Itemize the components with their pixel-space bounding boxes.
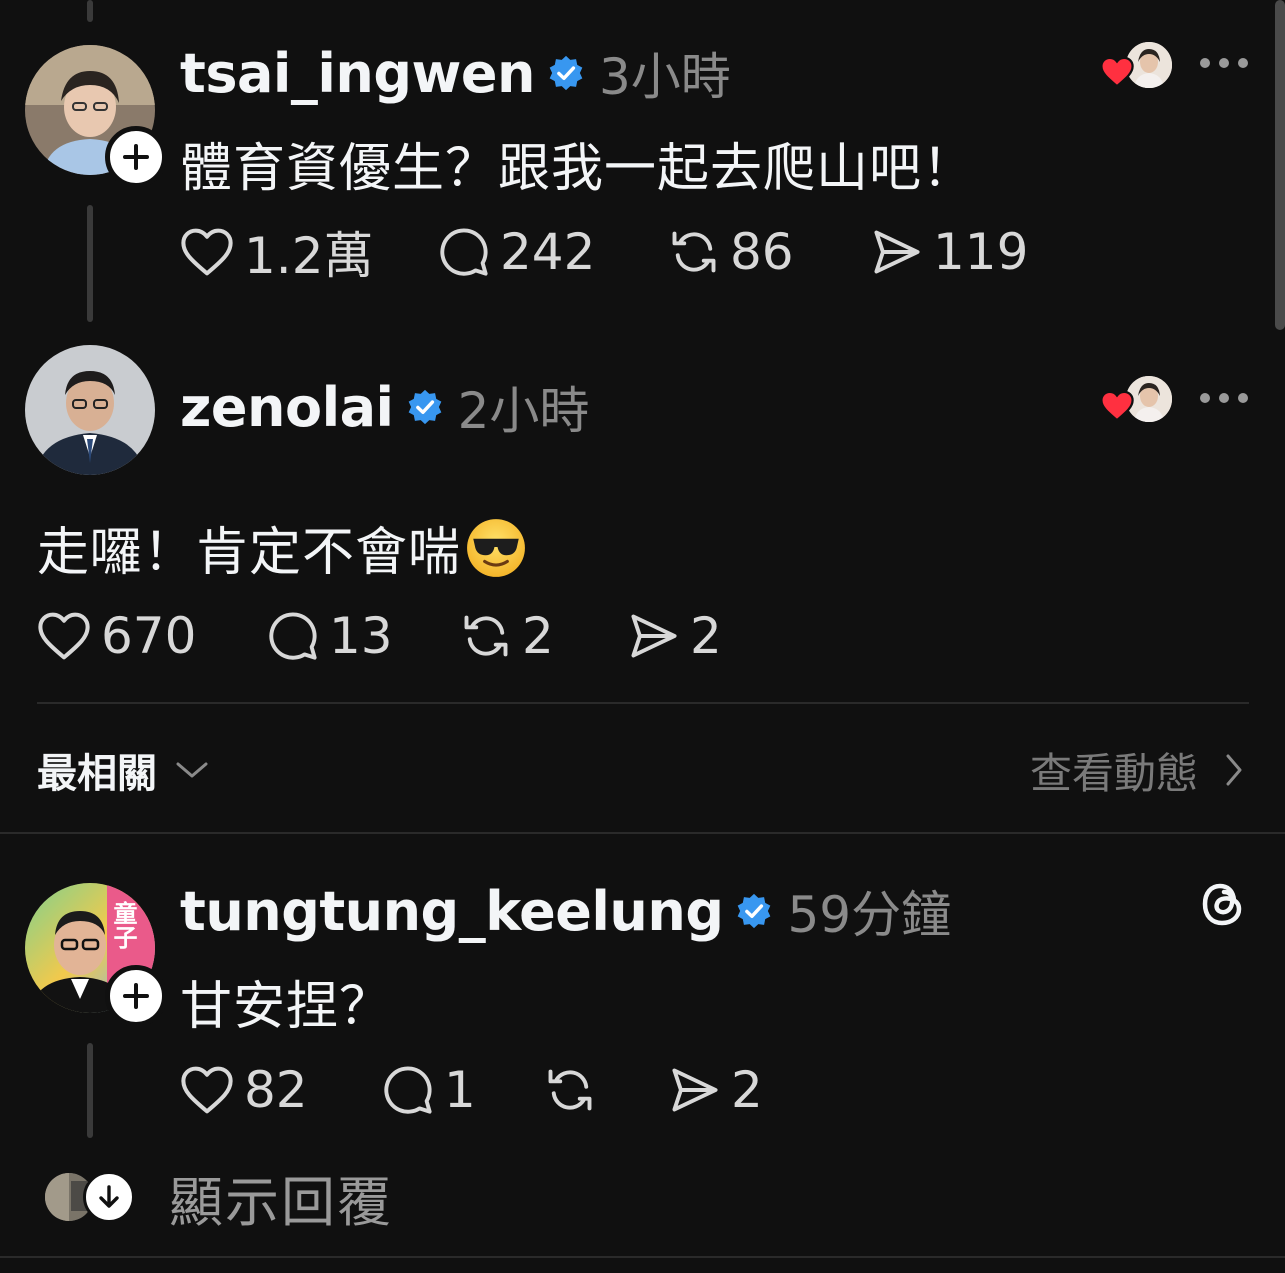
like-button[interactable]: 670 <box>37 607 267 665</box>
repost-button[interactable]: 2 <box>460 607 628 665</box>
chevron-right-icon <box>1226 754 1242 786</box>
like-button[interactable]: 1.2萬 <box>180 216 438 288</box>
like-count: 1.2萬 <box>244 227 374 285</box>
post-text: 甘安捏？ <box>180 977 393 1037</box>
repost-button[interactable] <box>544 1064 669 1116</box>
avatar[interactable] <box>25 345 155 475</box>
follow-plus-button[interactable] <box>105 126 167 188</box>
post-text-content: 走囉！肯定不會喘 <box>37 523 462 583</box>
repost-count: 2 <box>522 607 554 665</box>
like-count: 670 <box>101 607 197 665</box>
repost-icon <box>464 615 508 657</box>
view-activity-label: 查看動態 <box>1030 748 1199 798</box>
post-actions: 1.2萬 242 86 119 <box>180 222 1028 285</box>
comment-button[interactable]: 13 <box>267 607 460 665</box>
heart-icon <box>181 228 233 276</box>
plus-icon <box>123 983 149 1009</box>
thread-line <box>87 1043 93 1138</box>
follow-plus-button[interactable] <box>105 965 167 1027</box>
emoji <box>467 518 525 577</box>
share-button[interactable]: 2 <box>628 607 722 665</box>
repost-icon <box>672 231 716 273</box>
share-button[interactable]: 119 <box>871 223 1028 281</box>
show-replies-button[interactable]: 顯示回覆 <box>45 1166 393 1234</box>
username[interactable]: tungtung_keelung <box>180 880 724 943</box>
avatar-text: 童子 <box>109 901 137 949</box>
repost-button[interactable]: 86 <box>668 223 871 281</box>
verified-badge-icon <box>547 54 585 92</box>
threads-logo-icon[interactable] <box>1198 878 1246 934</box>
more-options-icon[interactable] <box>1200 393 1248 403</box>
heart-filled-icon <box>1100 56 1134 88</box>
share-icon <box>631 614 677 658</box>
repost-count: 86 <box>730 223 794 281</box>
post-actions: 82 1 2 <box>180 1060 763 1120</box>
divider <box>37 702 1249 704</box>
plus-icon <box>123 144 149 170</box>
post-header: tungtung_keelung 59分鐘 <box>180 876 951 946</box>
sort-dropdown[interactable]: 最相關 <box>37 742 209 798</box>
comment-count: 1 <box>444 1061 476 1119</box>
like-count: 82 <box>244 1061 308 1119</box>
liked-by-indicator[interactable] <box>1100 40 1174 94</box>
comment-icon <box>440 228 488 276</box>
share-icon <box>874 230 920 274</box>
view-activity-link[interactable]: 查看動態 <box>1030 742 1244 798</box>
sort-label: 最相關 <box>37 751 157 797</box>
share-count: 2 <box>690 607 722 665</box>
comment-button[interactable]: 1 <box>382 1061 544 1119</box>
post-actions: 670 13 2 2 <box>37 606 722 666</box>
comment-count: 242 <box>500 223 596 281</box>
heart-icon <box>181 1066 233 1114</box>
sunglasses-emoji-icon <box>465 517 527 579</box>
comment-button[interactable]: 242 <box>438 223 668 281</box>
post-text: 體育資優生？跟我一起去爬山吧！ <box>180 139 976 199</box>
username[interactable]: tsai_ingwen <box>180 42 535 105</box>
reply-avatars <box>45 1171 141 1223</box>
share-count: 119 <box>933 223 1029 281</box>
post-time: 2小時 <box>457 382 590 440</box>
share-icon <box>672 1068 718 1112</box>
chevron-down-icon <box>176 762 208 778</box>
comment-icon <box>384 1066 432 1114</box>
liked-by-indicator[interactable] <box>1100 374 1174 428</box>
verified-badge-icon <box>406 388 444 426</box>
scrollbar[interactable] <box>1275 0 1285 330</box>
post-time: 3小時 <box>598 48 731 106</box>
post-header: zenolai 2小時 <box>180 372 589 442</box>
post-time: 59分鐘 <box>787 886 952 944</box>
repost-icon <box>548 1069 592 1111</box>
comment-icon <box>269 612 317 660</box>
like-button[interactable]: 82 <box>180 1061 382 1119</box>
share-button[interactable]: 2 <box>669 1061 763 1119</box>
username[interactable]: zenolai <box>180 376 394 439</box>
thread-line-top <box>87 0 93 22</box>
heart-filled-icon <box>1100 390 1134 422</box>
post-header: tsai_ingwen 3小時 <box>180 38 731 108</box>
show-replies-label: 顯示回覆 <box>169 1170 393 1234</box>
post-text: 走囉！肯定不會喘 <box>37 510 527 585</box>
section-divider <box>0 832 1285 834</box>
thread-line <box>87 205 93 322</box>
heart-icon <box>38 612 90 660</box>
more-options-icon[interactable] <box>1200 58 1248 68</box>
verified-badge-icon <box>735 892 773 930</box>
bottom-divider <box>0 1256 1285 1258</box>
share-count: 2 <box>731 1061 763 1119</box>
arrow-down-icon <box>83 1171 135 1223</box>
comment-count: 13 <box>329 607 393 665</box>
